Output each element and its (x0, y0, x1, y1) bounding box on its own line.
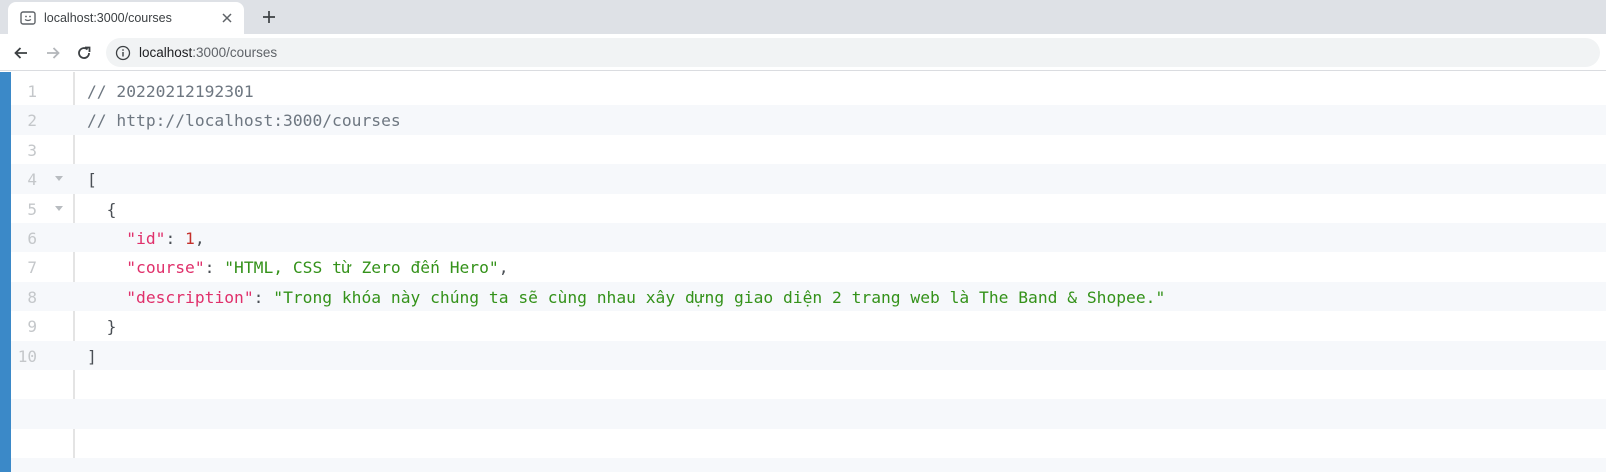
json-string-value: "HTML, CSS từ Zero đến Hero" (224, 258, 499, 278)
line-number: 8 (27, 287, 37, 307)
code-line: 8 "description": "Trong khóa này chúng t… (11, 281, 1606, 312)
address-text[interactable]: localhost:3000/courses (139, 45, 277, 60)
close-bracket: ] (87, 346, 97, 366)
code-line: 10 ] (11, 340, 1606, 370)
code-line: 6 "id": 1, (11, 222, 1606, 253)
empty-line (11, 399, 1606, 429)
info-icon[interactable] (115, 45, 131, 61)
json-number-value: 1 (185, 228, 195, 248)
fold-triangle-icon[interactable] (55, 205, 63, 211)
json-colon: : (204, 258, 225, 278)
arrow-left-icon[interactable] (9, 41, 33, 65)
line-number: 1 (27, 82, 37, 101)
code-line: 1 // 20220212192301 (11, 76, 1606, 105)
address-host: localhost (139, 45, 193, 60)
json-comma: , (194, 228, 205, 248)
browser-toolbar: localhost:3000/courses (0, 34, 1606, 71)
open-brace: { (106, 199, 117, 219)
code-line: 9 } (11, 311, 1606, 340)
json-key: "course" (126, 258, 205, 278)
code-line: 5 { (11, 194, 1606, 223)
code-line: 3 (11, 135, 1606, 164)
plus-icon[interactable] (258, 6, 280, 28)
json-key: "id" (126, 228, 166, 248)
line-number: 5 (27, 199, 37, 219)
json-key: "description" (126, 287, 254, 307)
json-colon: : (165, 228, 186, 248)
json-comma: , (498, 258, 509, 278)
json-colon: : (253, 287, 274, 307)
page-favicon-icon (20, 11, 36, 25)
line-number: 2 (27, 111, 37, 131)
comment-text: // 20220212192301 (87, 82, 254, 101)
empty-line (11, 370, 1606, 399)
reload-icon[interactable] (72, 41, 96, 65)
address-bar[interactable]: localhost:3000/courses (106, 38, 1600, 67)
line-number: 7 (27, 258, 37, 278)
line-number: 4 (27, 170, 37, 190)
arrow-right-icon[interactable] (41, 41, 65, 65)
close-brace: } (106, 317, 117, 337)
open-bracket: [ (87, 170, 97, 190)
close-icon[interactable] (218, 9, 236, 27)
line-number: 3 (27, 140, 37, 160)
browser-tab[interactable]: localhost:3000/courses (8, 2, 244, 34)
json-viewer: 1 // 20220212192301 2 // http://localhos… (0, 72, 1606, 472)
comment-text: // http://localhost:3000/courses (87, 111, 401, 131)
code-line: 2 // http://localhost:3000/courses (11, 105, 1606, 135)
code-lines: 1 // 20220212192301 2 // http://localhos… (11, 76, 1606, 472)
viewer-side-bar (0, 72, 11, 472)
line-number: 6 (27, 228, 37, 248)
tab-title: localhost:3000/courses (44, 11, 172, 25)
code-line: 7 "course": "HTML, CSS từ Zero đến Hero"… (11, 252, 1606, 281)
code-line: 4 [ (11, 164, 1606, 194)
empty-line (11, 458, 1606, 472)
json-string-value: "Trong khóa này chúng ta sẽ cùng nhau xâ… (273, 287, 1166, 307)
empty-line (11, 429, 1606, 458)
line-number: 10 (17, 346, 37, 366)
tab-strip: localhost:3000/courses (0, 0, 1606, 34)
line-number: 9 (27, 317, 37, 337)
fold-triangle-icon[interactable] (55, 176, 63, 182)
address-path: :3000/courses (192, 45, 278, 60)
